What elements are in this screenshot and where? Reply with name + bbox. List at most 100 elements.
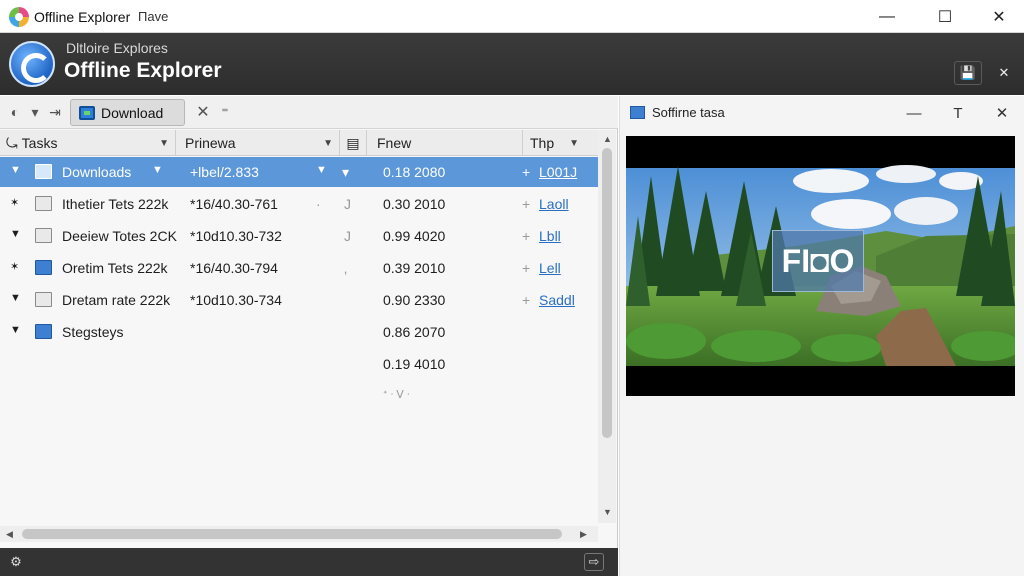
scroll-down-icon[interactable]: ▼ (603, 507, 612, 517)
document-icon (35, 228, 52, 243)
row-col5-prefix: + (522, 260, 531, 276)
preview-minimize-button[interactable]: — (900, 101, 928, 125)
column-thp[interactable]: Thp ▼ (523, 130, 585, 156)
row-link[interactable]: Laoll (539, 196, 569, 212)
row-col3: J (344, 228, 351, 244)
status-bar: ⚙ ⇨ (0, 548, 618, 576)
row-link[interactable]: Lbll (539, 228, 561, 244)
row-expander-icon[interactable]: ▼ (10, 324, 21, 336)
row-col3: ▾ (342, 164, 350, 180)
row-link[interactable]: Lell (539, 260, 561, 276)
table-row[interactable]: 0.19 4010 (0, 349, 598, 379)
title-bar: Offline Explorer Пave — ☐ ✕ (0, 0, 1024, 33)
row-link[interactable]: L001J (539, 164, 577, 180)
download-button[interactable]: Download (70, 99, 185, 126)
vertical-scrollbar[interactable]: ▲ ▼ (598, 130, 616, 523)
maximize-button[interactable]: ☐ (922, 0, 968, 33)
chevron-down-icon[interactable]: ▼ (316, 164, 327, 176)
row-expander-icon[interactable]: ▼ (10, 164, 21, 176)
table-row[interactable]: ▼ Stegsteys 0.86 2070 (0, 317, 598, 347)
row-name: Dretam rate 222k (62, 292, 171, 308)
preview-title: Soffirne tasa (652, 105, 725, 120)
scroll-thumb[interactable] (602, 148, 612, 438)
app-banner: Dltloire Explores Offline Explorer 💾 ✕ (0, 33, 1024, 95)
toolbar-overflow-icon[interactable]: ⁼ (216, 103, 234, 121)
row-col4: 0.19 4010 (383, 356, 446, 372)
preview-title-bar: Soffirne tasa — T ✕ (620, 96, 1024, 130)
row-col4: 0.39 2010 (383, 260, 446, 276)
scroll-left-icon[interactable]: ◀ (6, 529, 13, 540)
export-icon[interactable]: ⇨ (584, 553, 604, 571)
scroll-right-icon[interactable]: ▶ (580, 529, 587, 540)
chevron-down-icon: ▼ (569, 137, 579, 149)
window-title: Offline Explorer (34, 9, 131, 25)
row-expander-icon[interactable]: ▼ (10, 228, 21, 240)
preview-close-button[interactable]: ✕ (988, 101, 1016, 125)
toolbar-close-icon[interactable]: ✕ (194, 103, 212, 121)
row-col5-prefix: + (522, 228, 531, 244)
column-tasks[interactable]: ⤿ Tasks ▼ (0, 130, 176, 156)
banner-close-icon[interactable]: ✕ (990, 61, 1018, 85)
row-col4: 0.30 2010 (383, 196, 446, 212)
column-tasks-label: Tasks (21, 135, 58, 151)
download-icon (79, 105, 95, 120)
row-expander-icon[interactable]: ✶ (10, 260, 19, 273)
history-icon[interactable]: ◐ (6, 103, 24, 121)
row-col2: *10d10.30-732 (190, 228, 282, 244)
row-col5-prefix: + (522, 292, 531, 308)
tasks-pane: ◐ ▾ ⇥ Download ✕ ⁼ ⤿ Tasks ▼ Prinewa ▼ ▤… (0, 96, 618, 548)
close-window-button[interactable]: ✕ (976, 0, 1022, 33)
row-link[interactable]: Saddl (539, 292, 575, 308)
table-row: ᐩ ᐧ ᐯ ᐧ (0, 381, 598, 411)
row-name: Oretim Tets 222k (62, 260, 168, 276)
settings-icon[interactable]: ⚙ (6, 553, 26, 571)
row-name: Stegsteys (62, 324, 124, 340)
document-icon (35, 164, 52, 179)
table-row[interactable]: ▼ Deeiew Totes 2CK *10d10.30-732 J 0.99 … (0, 221, 598, 251)
row-name: Downloads (62, 164, 132, 180)
row-col5-prefix: + (522, 164, 531, 180)
row-dot: · (316, 196, 321, 212)
row-col5-prefix: + (522, 196, 531, 212)
table-row[interactable]: ▼ Downloads ▼ +lbel/2.833 ▼ ▾ 0.18 2080 … (0, 157, 598, 187)
row-expander-icon[interactable]: ✶ (10, 196, 19, 209)
preview-image[interactable]: FI◘O (626, 136, 1015, 396)
table-row[interactable]: ✶ Ithetier Tets 222k *16/40.30-761 · J 0… (0, 189, 598, 219)
document-icon (35, 292, 52, 307)
folder-icon (35, 260, 52, 275)
banner-subtitle: Dltloire Explores (66, 40, 168, 56)
column-header: ⤿ Tasks ▼ Prinewa ▼ ▤ Fnew Thp ▼ (0, 130, 598, 156)
row-col3: ‚ (344, 260, 348, 276)
table-row[interactable]: ✶ Oretim Tets 222k *16/40.30-794 ‚ 0.39 … (0, 253, 598, 283)
table-row[interactable]: ▼ Dretam rate 222k *10d10.30-734 0.90 23… (0, 285, 598, 315)
row-expander-icon[interactable]: ▼ (10, 292, 21, 304)
row-col4: 0.99 4020 (383, 228, 446, 244)
download-label: Download (101, 104, 164, 121)
window-title-extra: Пave (138, 9, 169, 24)
forward-icon[interactable]: ⇥ (46, 103, 64, 121)
toolbar: ◐ ▾ ⇥ Download ✕ ⁼ (0, 96, 618, 129)
scroll-up-icon[interactable]: ▲ (603, 134, 612, 144)
chevron-down-icon[interactable]: ▼ (152, 164, 163, 176)
row-col2: +lbel/2.833 (190, 164, 259, 180)
column-thp-label: Thp (530, 135, 555, 151)
row-col4: ᐩ ᐧ ᐯ ᐧ (383, 389, 410, 401)
minimize-button[interactable]: — (864, 0, 910, 33)
column-icon-glyph: ▤ (346, 134, 360, 151)
document-icon (35, 196, 52, 211)
column-icon[interactable]: ▤ (340, 130, 367, 156)
preview-pane: Soffirne tasa — T ✕ FI◘O (619, 96, 1024, 576)
history-dropdown-icon[interactable]: ▾ (26, 103, 44, 121)
scroll-thumb[interactable] (22, 529, 562, 539)
column-prinewa[interactable]: Prinewa ▼ (176, 130, 340, 156)
column-prinewa-label: Prinewa (185, 135, 236, 151)
save-icon[interactable]: 💾 (954, 61, 982, 85)
row-col4: 0.18 2080 (383, 164, 446, 180)
preview-overlay-badge: FI◘O (772, 230, 864, 292)
horizontal-scrollbar[interactable]: ◀ ▶ (0, 526, 598, 542)
folder-icon (35, 324, 52, 339)
column-fnew[interactable]: Fnew (367, 130, 523, 156)
row-col3: J (344, 196, 351, 212)
row-col2: *10d10.30-734 (190, 292, 282, 308)
preview-pin-button[interactable]: T (944, 101, 972, 125)
